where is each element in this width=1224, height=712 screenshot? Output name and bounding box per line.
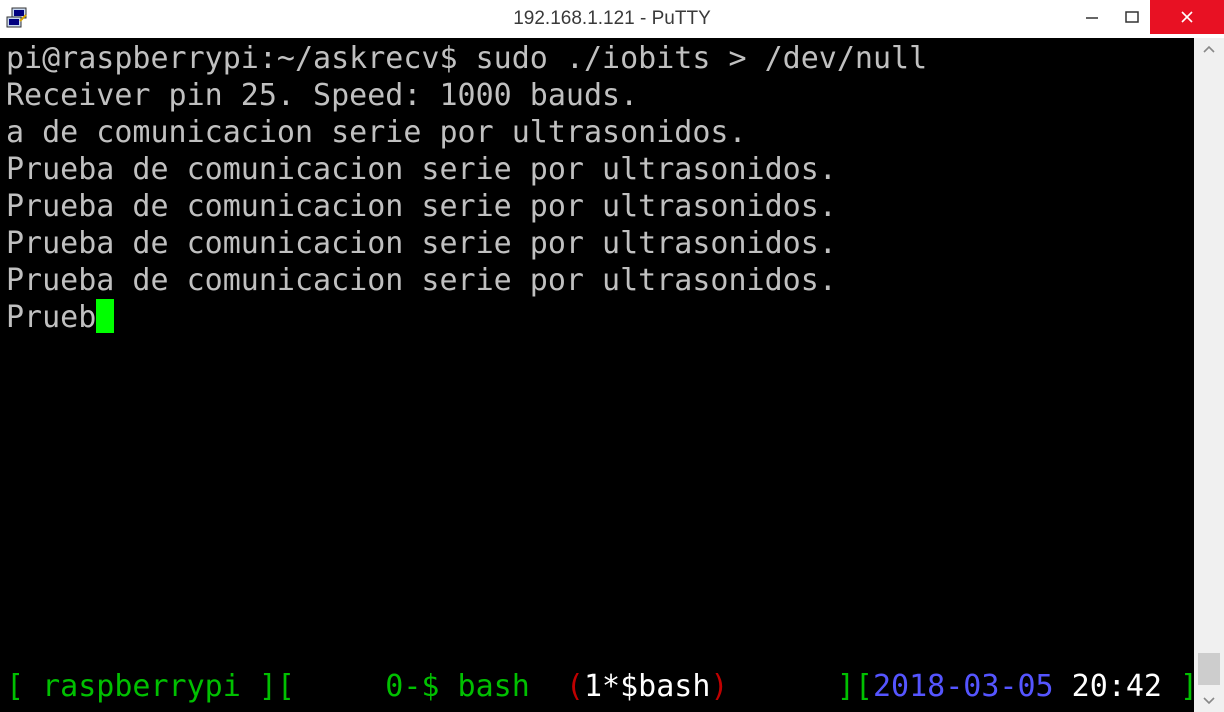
status-time: 20:42: [1053, 669, 1162, 704]
title-bar[interactable]: 192.168.1.121 - PuTTY: [0, 0, 1224, 38]
terminal-line: Prueba de comunicacion serie por ultraso…: [6, 263, 837, 298]
maximize-button[interactable]: [1110, 0, 1154, 34]
minimize-button[interactable]: [1070, 0, 1114, 34]
terminal-line: a de comunicacion serie por ultrasonidos…: [6, 115, 747, 150]
close-icon: [1181, 11, 1193, 23]
screen-status-bar: [ raspberrypi ][ 0-$ bash (1*$bash) ][20…: [6, 668, 1194, 705]
status-window-1-active[interactable]: 1*$bash: [584, 669, 710, 704]
status-paren-close: ): [710, 669, 729, 704]
scrollbar-thumb[interactable]: [1198, 653, 1220, 685]
terminal-line: Prueba de comunicacion serie por ultraso…: [6, 152, 837, 187]
chevron-down-icon: [1203, 697, 1215, 705]
close-button[interactable]: [1150, 0, 1224, 34]
vertical-scrollbar[interactable]: [1194, 38, 1224, 712]
scroll-down-button[interactable]: [1194, 690, 1224, 712]
window-title: 192.168.1.121 - PuTTY: [513, 8, 711, 29]
status-separator: ][: [728, 669, 873, 704]
status-end-bracket: ]: [1162, 669, 1194, 704]
status-paren-open: (: [565, 669, 584, 704]
terminal-line: Prueba de comunicacion serie por ultraso…: [6, 189, 837, 224]
terminal-line: Receiver pin 25. Speed: 1000 bauds.: [6, 78, 639, 113]
maximize-icon: [1125, 11, 1139, 23]
terminal-area[interactable]: pi@raspberrypi:~/askrecv$ sudo ./iobits …: [0, 38, 1194, 712]
scroll-up-button[interactable]: [1194, 38, 1224, 60]
status-hostname: [ raspberrypi ][: [6, 669, 386, 704]
minimize-icon: [1086, 17, 1098, 19]
chevron-up-icon: [1203, 45, 1215, 53]
status-window-0[interactable]: 0-$ bash: [385, 669, 566, 704]
text-cursor: [96, 299, 115, 333]
terminal-line: Prueba de comunicacion serie por ultraso…: [6, 226, 837, 261]
partial-output: Prueb: [6, 300, 97, 335]
status-date: 2018-03-05: [872, 669, 1054, 704]
terminal-prompt-line: Prueb: [6, 299, 115, 336]
terminal-line: pi@raspberrypi:~/askrecv$ sudo ./iobits …: [6, 41, 928, 76]
